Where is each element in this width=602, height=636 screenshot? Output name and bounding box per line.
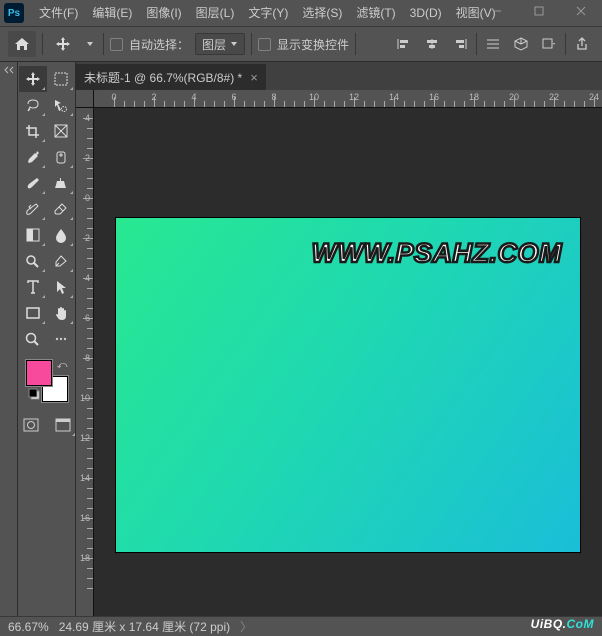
status-menu-icon[interactable]: 〉 (240, 618, 252, 635)
status-zoom[interactable]: 66.67% (8, 620, 49, 634)
blur-tool[interactable] (47, 222, 75, 248)
menu-filter[interactable]: 滤镜(T) (349, 0, 402, 26)
3d-mode-icon[interactable] (509, 33, 533, 55)
move-tool[interactable] (19, 66, 47, 92)
ruler-horizontal[interactable]: 024681012141618202224 (94, 90, 602, 108)
menu-image[interactable]: 图像(I) (139, 0, 188, 26)
ruler-origin[interactable] (76, 90, 94, 108)
status-bar: 66.67% 24.69 厘米 x 17.64 厘米 (72 ppi) 〉 (0, 616, 602, 636)
gradient-tool[interactable] (19, 222, 47, 248)
crop-tool[interactable] (19, 118, 47, 144)
default-colors-icon[interactable] (28, 388, 40, 400)
lasso-tool[interactable] (19, 92, 47, 118)
zoom-tool[interactable] (19, 326, 47, 352)
document-tab[interactable]: 未标题-1 @ 66.7%(RGB/8#) * × (76, 64, 266, 90)
close-button[interactable] (560, 0, 602, 22)
color-swatches[interactable]: ⤺ (26, 360, 68, 402)
show-transform-label: 显示变换控件 (277, 36, 349, 53)
brand-watermark: UiBQ.CoM (531, 612, 594, 633)
show-transform-checkbox[interactable] (258, 38, 271, 51)
edit-toolbar[interactable] (47, 326, 75, 352)
canvas[interactable]: WWW.PSAHZ.COM (116, 218, 580, 552)
app-logo: Ps (4, 3, 24, 23)
dodge-tool[interactable] (19, 248, 47, 274)
mode-dropdown-icon[interactable] (537, 33, 561, 55)
type-tool[interactable] (19, 274, 47, 300)
marquee-tool[interactable] (47, 66, 75, 92)
frame-tool[interactable] (47, 118, 75, 144)
auto-select-checkbox[interactable] (110, 38, 123, 51)
toolbox: ⤺ (18, 62, 76, 616)
collapse-panels[interactable] (0, 62, 18, 616)
home-button[interactable] (8, 31, 36, 57)
menu-file[interactable]: 文件(F) (32, 0, 85, 26)
quick-mask-icon[interactable] (17, 412, 45, 438)
move-tool-icon[interactable] (49, 31, 77, 57)
eraser-tool[interactable] (47, 196, 75, 222)
ruler-vertical[interactable]: 42024681012141618 (76, 108, 94, 616)
minimize-button[interactable] (476, 0, 518, 22)
close-tab-icon[interactable]: × (250, 70, 258, 85)
clone-stamp-tool[interactable] (47, 170, 75, 196)
menu-select[interactable]: 选择(S) (295, 0, 349, 26)
layer-group-dropdown[interactable]: 图层 (195, 33, 245, 55)
tab-title: 未标题-1 @ 66.7%(RGB/8#) * (84, 69, 242, 86)
pen-tool[interactable] (47, 248, 75, 274)
rectangle-tool[interactable] (19, 300, 47, 326)
align-left-icon[interactable] (392, 33, 416, 55)
swap-colors-icon[interactable]: ⤺ (57, 360, 68, 371)
menu-3d[interactable]: 3D(D) (403, 0, 449, 26)
maximize-button[interactable] (518, 0, 560, 22)
align-center-h-icon[interactable] (420, 33, 444, 55)
history-brush-tool[interactable] (19, 196, 47, 222)
quick-select-tool[interactable] (47, 92, 75, 118)
document-tabs: 未标题-1 @ 66.7%(RGB/8#) * × (76, 62, 602, 90)
menu-type[interactable]: 文字(Y) (241, 0, 295, 26)
status-dimensions[interactable]: 24.69 厘米 x 17.64 厘米 (72 ppi) (59, 618, 230, 635)
path-select-tool[interactable] (47, 274, 75, 300)
healing-brush-tool[interactable] (47, 144, 75, 170)
menu-layer[interactable]: 图层(L) (189, 0, 242, 26)
share-icon[interactable] (570, 33, 594, 55)
tool-preset-dropdown[interactable] (83, 31, 97, 57)
menu-edit[interactable]: 编辑(E) (85, 0, 139, 26)
foreground-color[interactable] (26, 360, 52, 386)
canvas-watermark-text: WWW.PSAHZ.COM (312, 238, 562, 269)
eyedropper-tool[interactable] (19, 144, 47, 170)
align-right-icon[interactable] (448, 33, 472, 55)
brush-tool[interactable] (19, 170, 47, 196)
screen-mode-icon[interactable] (49, 412, 77, 438)
hand-tool[interactable] (47, 300, 75, 326)
auto-select-label: 自动选择： (129, 36, 189, 53)
options-bar: 自动选择： 图层 显示变换控件 (0, 26, 602, 62)
distribute-icon[interactable] (481, 33, 505, 55)
